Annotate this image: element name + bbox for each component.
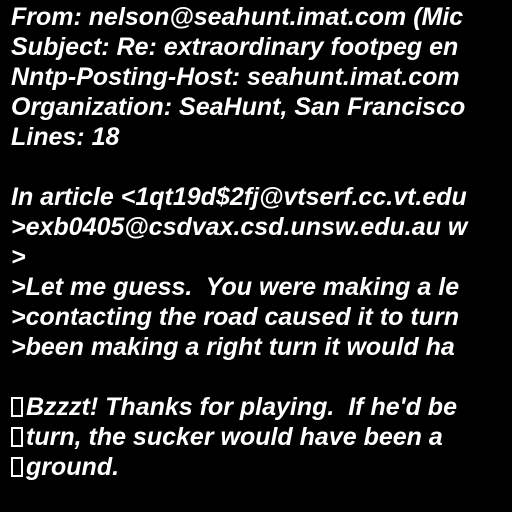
- reply-line-3: ground.: [11, 452, 119, 482]
- header-organization: Organization: SeaHunt, San Francisco: [11, 93, 466, 121]
- header-lines: Lines: 18: [11, 123, 120, 151]
- reply-line-1: Bzzzt! Thanks for playing. If he'd be: [11, 392, 457, 422]
- missing-glyph-icon: [11, 457, 23, 477]
- reply-text-3: ground.: [26, 453, 120, 481]
- reply-text-2: turn, the sucker would have been a: [26, 423, 443, 451]
- quoted-line-3: >Let me guess. You were making a le: [11, 273, 460, 301]
- quoted-line-1: >exb0405@csdvax.csd.unsw.edu.au w: [11, 213, 468, 241]
- newsgroup-message: From: nelson@seahunt.imat.com (Mic Subje…: [0, 0, 512, 512]
- header-from: From: nelson@seahunt.imat.com (Mic: [11, 3, 464, 31]
- quoted-line-4: >contacting the road caused it to turn: [11, 303, 459, 331]
- quoted-line-5: >been making a right turn it would ha: [11, 333, 455, 361]
- reply-line-2: turn, the sucker would have been a: [11, 422, 443, 452]
- body-attribution: In article <1qt19d$2fj@vtserf.cc.vt.edu: [11, 183, 467, 211]
- header-subject: Subject: Re: extraordinary footpeg en: [11, 33, 459, 61]
- missing-glyph-icon: [11, 427, 23, 447]
- missing-glyph-icon: [11, 397, 23, 417]
- reply-text-1: Bzzzt! Thanks for playing. If he'd be: [26, 393, 457, 421]
- quoted-line-2: >: [11, 243, 26, 271]
- header-nntp-host: Nntp-Posting-Host: seahunt.imat.com: [11, 63, 460, 91]
